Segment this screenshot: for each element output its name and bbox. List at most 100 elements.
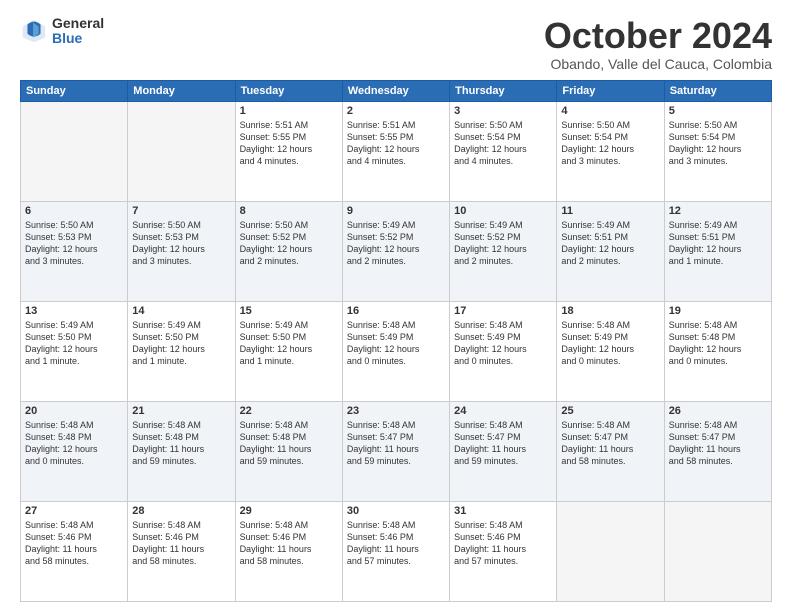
col-wednesday: Wednesday <box>342 80 449 101</box>
day-info: Sunrise: 5:48 AM Sunset: 5:47 PM Dayligh… <box>561 419 659 468</box>
table-row: 21Sunrise: 5:48 AM Sunset: 5:48 PM Dayli… <box>128 401 235 501</box>
day-number: 22 <box>240 405 338 417</box>
day-info: Sunrise: 5:50 AM Sunset: 5:54 PM Dayligh… <box>669 119 767 168</box>
logo-icon <box>20 17 48 45</box>
day-info: Sunrise: 5:48 AM Sunset: 5:47 PM Dayligh… <box>347 419 445 468</box>
calendar-week-row: 13Sunrise: 5:49 AM Sunset: 5:50 PM Dayli… <box>21 301 772 401</box>
day-info: Sunrise: 5:48 AM Sunset: 5:49 PM Dayligh… <box>347 319 445 368</box>
table-row <box>557 501 664 601</box>
day-info: Sunrise: 5:48 AM Sunset: 5:49 PM Dayligh… <box>561 319 659 368</box>
day-info: Sunrise: 5:51 AM Sunset: 5:55 PM Dayligh… <box>240 119 338 168</box>
day-number: 25 <box>561 405 659 417</box>
day-number: 14 <box>132 305 230 317</box>
day-info: Sunrise: 5:48 AM Sunset: 5:46 PM Dayligh… <box>240 519 338 568</box>
day-info: Sunrise: 5:48 AM Sunset: 5:48 PM Dayligh… <box>240 419 338 468</box>
month-title: October 2024 <box>544 16 772 56</box>
table-row: 2 Sunrise: 5:51 AM Sunset: 5:55 PM Daylig… <box>342 101 449 201</box>
day-info: Sunrise: 5:50 AM Sunset: 5:52 PM Dayligh… <box>240 219 338 268</box>
table-row: 17Sunrise: 5:48 AM Sunset: 5:49 PM Dayli… <box>450 301 557 401</box>
day-number: 18 <box>561 305 659 317</box>
day-number: 23 <box>347 405 445 417</box>
table-row: 10Sunrise: 5:49 AM Sunset: 5:52 PM Dayli… <box>450 201 557 301</box>
table-row: 14 Sunrise: 5:49 AM Sunset: 5:50 PM Dayli… <box>128 301 235 401</box>
table-row: 28 Sunrise: 5:48 AM Sunset: 5:46 PM Dayli… <box>128 501 235 601</box>
day-info: Sunrise: 5:49 AM Sunset: 5:50 PM Dayligh… <box>132 319 230 368</box>
day-number: 29 <box>240 505 338 517</box>
logo: General Blue <box>20 16 104 47</box>
calendar-table: Sunday Monday Tuesday Wednesday Thursday… <box>20 80 772 602</box>
table-row <box>128 101 235 201</box>
table-row: 12 Sunrise: 5:49 AM Sunset: 5:51 PM Dayli… <box>664 201 771 301</box>
day-info: Sunrise: 5:49 AM Sunset: 5:51 PM Dayligh… <box>669 219 767 268</box>
day-info: Sunrise: 5:48 AM Sunset: 5:48 PM Dayligh… <box>25 419 123 468</box>
day-number: 28 <box>132 505 230 517</box>
calendar-week-row: 1 Sunrise: 5:51 AM Sunset: 5:55 PM Daylig… <box>21 101 772 201</box>
day-number: 30 <box>347 505 445 517</box>
day-info: Sunrise: 5:51 AM Sunset: 5:55 PM Dayligh… <box>347 119 445 168</box>
col-friday: Friday <box>557 80 664 101</box>
col-saturday: Saturday <box>664 80 771 101</box>
day-number: 15 <box>240 305 338 317</box>
day-number: 5 <box>669 105 767 117</box>
header-row: Sunday Monday Tuesday Wednesday Thursday… <box>21 80 772 101</box>
table-row: 30 Sunrise: 5:48 AM Sunset: 5:46 PM Dayli… <box>342 501 449 601</box>
day-info: Sunrise: 5:50 AM Sunset: 5:53 PM Dayligh… <box>25 219 123 268</box>
day-info: Sunrise: 5:48 AM Sunset: 5:48 PM Dayligh… <box>132 419 230 468</box>
day-number: 7 <box>132 205 230 217</box>
day-number: 1 <box>240 105 338 117</box>
day-info: Sunrise: 5:50 AM Sunset: 5:54 PM Dayligh… <box>454 119 552 168</box>
table-row: 29 Sunrise: 5:48 AM Sunset: 5:46 PM Dayli… <box>235 501 342 601</box>
calendar-week-row: 20Sunrise: 5:48 AM Sunset: 5:48 PM Dayli… <box>21 401 772 501</box>
table-row: 23 Sunrise: 5:48 AM Sunset: 5:47 PM Dayli… <box>342 401 449 501</box>
calendar-week-row: 6Sunrise: 5:50 AM Sunset: 5:53 PM Daylig… <box>21 201 772 301</box>
table-row: 25 Sunrise: 5:48 AM Sunset: 5:47 PM Dayli… <box>557 401 664 501</box>
header: General Blue October 2024 Obando, Valle … <box>20 16 772 72</box>
day-info: Sunrise: 5:48 AM Sunset: 5:47 PM Dayligh… <box>454 419 552 468</box>
table-row: 13Sunrise: 5:49 AM Sunset: 5:50 PM Dayli… <box>21 301 128 401</box>
col-monday: Monday <box>128 80 235 101</box>
location-subtitle: Obando, Valle del Cauca, Colombia <box>544 56 772 72</box>
day-number: 12 <box>669 205 767 217</box>
day-number: 3 <box>454 105 552 117</box>
day-info: Sunrise: 5:49 AM Sunset: 5:50 PM Dayligh… <box>240 319 338 368</box>
logo-general-text: General <box>52 16 104 31</box>
table-row: 6Sunrise: 5:50 AM Sunset: 5:53 PM Daylig… <box>21 201 128 301</box>
day-info: Sunrise: 5:48 AM Sunset: 5:47 PM Dayligh… <box>669 419 767 468</box>
day-info: Sunrise: 5:50 AM Sunset: 5:54 PM Dayligh… <box>561 119 659 168</box>
day-info: Sunrise: 5:48 AM Sunset: 5:46 PM Dayligh… <box>25 519 123 568</box>
logo-text: General Blue <box>52 16 104 47</box>
table-row: 7Sunrise: 5:50 AM Sunset: 5:53 PM Daylig… <box>128 201 235 301</box>
day-number: 4 <box>561 105 659 117</box>
day-info: Sunrise: 5:49 AM Sunset: 5:50 PM Dayligh… <box>25 319 123 368</box>
table-row: 4 Sunrise: 5:50 AM Sunset: 5:54 PM Daylig… <box>557 101 664 201</box>
day-number: 10 <box>454 205 552 217</box>
day-number: 2 <box>347 105 445 117</box>
day-info: Sunrise: 5:48 AM Sunset: 5:48 PM Dayligh… <box>669 319 767 368</box>
calendar-week-row: 27 Sunrise: 5:48 AM Sunset: 5:46 PM Dayli… <box>21 501 772 601</box>
table-row: 27 Sunrise: 5:48 AM Sunset: 5:46 PM Dayli… <box>21 501 128 601</box>
day-info: Sunrise: 5:48 AM Sunset: 5:46 PM Dayligh… <box>454 519 552 568</box>
table-row: 26Sunrise: 5:48 AM Sunset: 5:47 PM Dayli… <box>664 401 771 501</box>
day-info: Sunrise: 5:49 AM Sunset: 5:52 PM Dayligh… <box>347 219 445 268</box>
calendar-page: General Blue October 2024 Obando, Valle … <box>0 0 792 612</box>
title-block: October 2024 Obando, Valle del Cauca, Co… <box>544 16 772 72</box>
col-sunday: Sunday <box>21 80 128 101</box>
day-number: 11 <box>561 205 659 217</box>
day-info: Sunrise: 5:48 AM Sunset: 5:46 PM Dayligh… <box>347 519 445 568</box>
day-info: Sunrise: 5:48 AM Sunset: 5:46 PM Dayligh… <box>132 519 230 568</box>
table-row: 18 Sunrise: 5:48 AM Sunset: 5:49 PM Dayli… <box>557 301 664 401</box>
day-number: 31 <box>454 505 552 517</box>
table-row: 3 Sunrise: 5:50 AM Sunset: 5:54 PM Daylig… <box>450 101 557 201</box>
table-row <box>664 501 771 601</box>
table-row: 31 Sunrise: 5:48 AM Sunset: 5:46 PM Dayli… <box>450 501 557 601</box>
day-number: 8 <box>240 205 338 217</box>
day-info: Sunrise: 5:49 AM Sunset: 5:51 PM Dayligh… <box>561 219 659 268</box>
day-number: 27 <box>25 505 123 517</box>
day-number: 9 <box>347 205 445 217</box>
logo-blue-text: Blue <box>52 31 104 46</box>
table-row <box>21 101 128 201</box>
day-number: 24 <box>454 405 552 417</box>
day-info: Sunrise: 5:48 AM Sunset: 5:49 PM Dayligh… <box>454 319 552 368</box>
table-row: 24 Sunrise: 5:48 AM Sunset: 5:47 PM Dayli… <box>450 401 557 501</box>
table-row: 15 Sunrise: 5:49 AM Sunset: 5:50 PM Dayli… <box>235 301 342 401</box>
